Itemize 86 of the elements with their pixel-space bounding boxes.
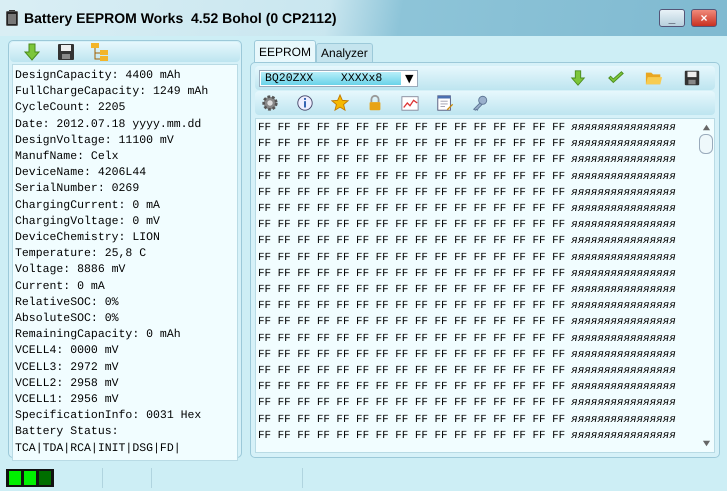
gear-icon[interactable]	[261, 94, 279, 112]
ascii-text: яяяяяяяяяяяяяяяя	[571, 428, 676, 444]
hex-bytes: FF FF FF FF FF FF FF FF FF FF FF FF FF FF FF FF	[258, 412, 566, 428]
info-line: Date: 2012.07.18 yyyy.mm.dd	[15, 116, 202, 133]
hex-bytes: FF FF FF FF FF FF FF FF FF FF FF FF FF FF FF FF	[258, 299, 566, 314]
ascii-text: яяяяяяяяяяяяяяяя	[571, 153, 676, 168]
info-line: FullChargeCapacity: 1249 mAh	[15, 84, 210, 100]
scroll-thumb[interactable]	[699, 134, 713, 154]
ascii-text: яяяяяяяяяяяяяяяя	[571, 137, 676, 152]
ascii-text: яяяяяяяяяяяяяяяя	[571, 250, 676, 266]
info-line: AbsoluteSOC: 0%	[15, 311, 120, 328]
ascii-text: яяяяяяяяяяяяяяяя	[571, 364, 676, 380]
tab[interactable]: Analyzer	[316, 43, 373, 62]
ascii-text: яяяяяяяяяяяяяяяя	[571, 266, 676, 282]
hex-bytes: FF FF FF FF FF FF FF FF FF FF FF FF FF FF FF FF	[258, 234, 566, 250]
hex-bytes: FF FF FF FF FF FF FF FF FF FF FF FF FF FF FF FF	[258, 283, 566, 298]
save-icon[interactable]	[683, 69, 701, 87]
info-line: TCA|TDA|RCA|INIT|DSG|FD|	[15, 440, 182, 457]
info-line: SpecificationInfo: 0031 Hex	[15, 408, 202, 424]
hex-bytes: FF FF FF FF FF FF FF FF FF FF FF FF FF FF FF FF	[258, 186, 566, 201]
info-line: Temperature: 25,8 C	[15, 246, 148, 262]
key-icon[interactable]	[471, 94, 489, 112]
info-line: VCELL3: 2972 mV	[15, 360, 120, 376]
hex-bytes: FF FF FF FF FF FF FF FF FF FF FF FF FF FF FF FF	[258, 266, 566, 282]
hex-bytes: FF FF FF FF FF FF FF FF FF FF FF FF FF FF FF FF	[258, 364, 566, 380]
info-line: VCELL1: 2956 mV	[15, 392, 120, 408]
info-line: VCELL4: 0000 mV	[15, 343, 120, 360]
star-icon[interactable]	[331, 94, 349, 112]
hex-bytes: FF FF FF FF FF FF FF FF FF FF FF FF FF FF FF FF	[258, 170, 566, 185]
ascii-text: яяяяяяяяяяяяяяяя	[571, 121, 676, 136]
ascii-text: яяяяяяяяяяяяяяяя	[571, 396, 676, 412]
ascii-text: яяяяяяяяяяяяяяяя	[571, 332, 676, 347]
tree-icon[interactable]	[90, 42, 110, 62]
ascii-text: яяяяяяяяяяяяяяяя	[571, 348, 676, 363]
hex-bytes: FF FF FF FF FF FF FF FF FF FF FF FF FF FF FF FF	[258, 218, 566, 234]
hex-bytes: FF FF FF FF FF FF FF FF FF FF FF FF FF FF FF FF	[258, 332, 566, 347]
hex-bytes: FF FF FF FF FF FF FF FF FF FF FF FF FF FF FF FF	[258, 396, 566, 412]
ascii-text: яяяяяяяяяяяяяяяя	[571, 315, 676, 330]
hex-bytes: FF FF FF FF FF FF FF FF FF FF FF FF FF FF FF FF	[258, 380, 566, 396]
chart-icon[interactable]	[401, 94, 419, 112]
info-line: ChargingCurrent: 0 mA	[15, 198, 161, 214]
down-arrow-icon[interactable]	[22, 42, 42, 62]
ascii-text: яяяяяяяяяяяяяяяя	[571, 380, 676, 396]
hex-bytes: FF FF FF FF FF FF FF FF FF FF FF FF FF FF FF FF	[258, 121, 566, 136]
info-line: ChargingVoltage: 0 mV	[15, 214, 161, 230]
ascii-text: яяяяяяяяяяяяяяяя	[571, 412, 676, 428]
ascii-text: яяяяяяяяяяяяяяяя	[571, 283, 676, 298]
scroll-up-icon[interactable]	[702, 123, 710, 132]
hex-bytes: FF FF FF FF FF FF FF FF FF FF FF FF FF FF FF FF	[258, 250, 566, 266]
dropdown-value: BQ20ZXX XXXXx8	[261, 72, 401, 84]
info-line: Voltage: 8886 mV	[15, 262, 126, 278]
info-line: DesignCapacity: 4400 mAh	[15, 68, 182, 84]
info-icon[interactable]	[296, 94, 314, 112]
info-line: RelativeSOC: 0%	[15, 294, 120, 311]
scroll-down-icon[interactable]	[702, 439, 710, 448]
ascii-text: яяяяяяяяяяяяяяяя	[571, 218, 676, 234]
hex-bytes: FF FF FF FF FF FF FF FF FF FF FF FF FF FF FF FF	[258, 348, 566, 363]
info-line: CycleCount: 2205	[15, 100, 126, 116]
info-line: DesignVoltage: 11100 mV	[15, 132, 175, 149]
ascii-text: яяяяяяяяяяяяяяяя	[571, 202, 676, 218]
minimize-button[interactable]: _	[659, 9, 685, 27]
hex-bytes: FF FF FF FF FF FF FF FF FF FF FF FF FF FF FF FF	[258, 428, 566, 444]
tab[interactable]: EEPROM	[254, 40, 316, 62]
hex-bytes: FF FF FF FF FF FF FF FF FF FF FF FF FF FF FF FF	[258, 315, 566, 330]
save-icon[interactable]	[56, 42, 76, 62]
ascii-text: яяяяяяяяяяяяяяяя	[571, 299, 676, 314]
ascii-text: яяяяяяяяяяяяяяяя	[571, 170, 676, 185]
ascii-text: яяяяяяяяяяяяяяяя	[571, 234, 676, 250]
info-line: Battery Status:	[15, 424, 120, 440]
info-line: DeviceName: 4206L44	[15, 165, 148, 182]
chip-dropdown[interactable]: BQ20ZXX XXXXx8 ▼	[259, 70, 418, 86]
info-line: DeviceChemistry: LION	[15, 230, 161, 246]
info-line: SerialNumber: 0269	[15, 181, 140, 198]
window-title: Battery EEPROM Works 4.52 Bohol (0 CP2112)	[24, 10, 337, 26]
document-edit-icon[interactable]	[436, 94, 454, 112]
close-button[interactable]: ×	[691, 9, 717, 27]
info-line: ManufName: Celx	[15, 149, 120, 166]
down-arrow-icon[interactable]	[569, 69, 587, 87]
ascii-text: яяяяяяяяяяяяяяяя	[571, 186, 676, 201]
battery-icon	[6, 10, 18, 26]
hex-bytes: FF FF FF FF FF FF FF FF FF FF FF FF FF FF FF FF	[258, 202, 566, 218]
hex-bytes: FF FF FF FF FF FF FF FF FF FF FF FF FF FF FF FF	[258, 137, 566, 152]
hex-bytes: FF FF FF FF FF FF FF FF FF FF FF FF FF FF FF FF	[258, 153, 566, 168]
info-line: RemainingCapacity: 0 mAh	[15, 327, 182, 344]
info-line: Current: 0 mA	[15, 278, 106, 295]
info-line: VCELL2: 2958 mV	[15, 376, 120, 392]
